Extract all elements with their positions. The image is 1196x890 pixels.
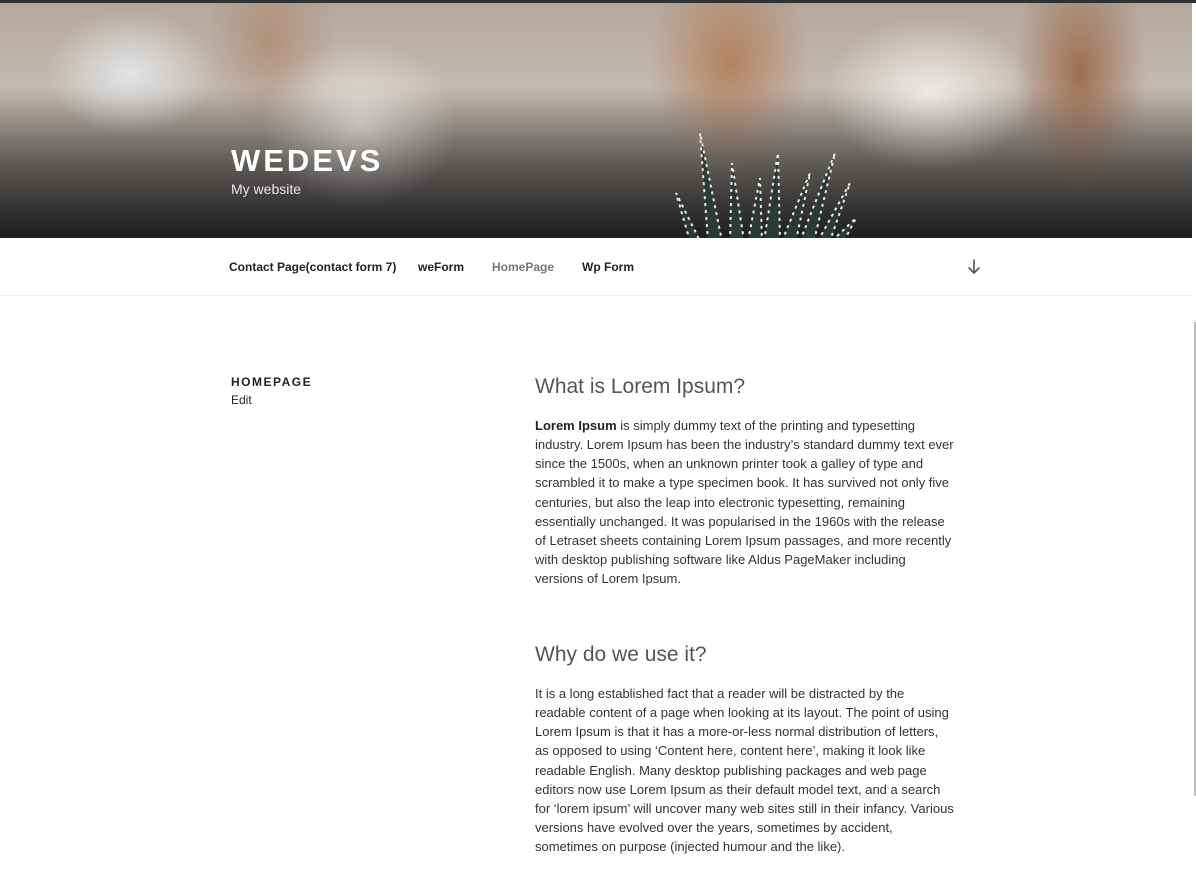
paragraph-text: is simply dummy text of the printing and… — [535, 418, 954, 587]
header-image: WEDEVS My website — [0, 3, 1192, 238]
edit-link[interactable]: Edit — [231, 393, 252, 407]
section-why-use-it: Why do we use it? It is a long establish… — [535, 643, 955, 856]
section-what-is-lorem: What is Lorem Ipsum? Lorem Ipsum is simp… — [535, 375, 955, 588]
bold-term: Lorem Ipsum — [535, 418, 617, 433]
section-paragraph: Lorem Ipsum is simply dummy text of the … — [535, 416, 955, 588]
nav-item-homepage[interactable]: HomePage — [492, 260, 554, 274]
section-heading: What is Lorem Ipsum? — [535, 375, 746, 398]
nav-item-contact-page[interactable]: Contact Page(contact form 7) — [229, 260, 396, 274]
page-title: HOMEPAGE — [231, 375, 313, 389]
site-title[interactable]: WEDEVS — [231, 143, 383, 179]
header-overlay — [0, 3, 1192, 238]
nav-item-wp-form[interactable]: Wp Form — [582, 260, 634, 274]
nav-item-weform[interactable]: weForm — [418, 260, 464, 274]
section-heading: Why do we use it? — [535, 643, 707, 666]
section-paragraph: It is a long established fact that a rea… — [535, 686, 954, 855]
plant-image — [675, 132, 857, 238]
main-navigation: Contact Page(contact form 7) weForm Home… — [0, 238, 1192, 296]
site-description: My website — [231, 181, 302, 197]
arrow-down-icon[interactable] — [964, 257, 984, 277]
